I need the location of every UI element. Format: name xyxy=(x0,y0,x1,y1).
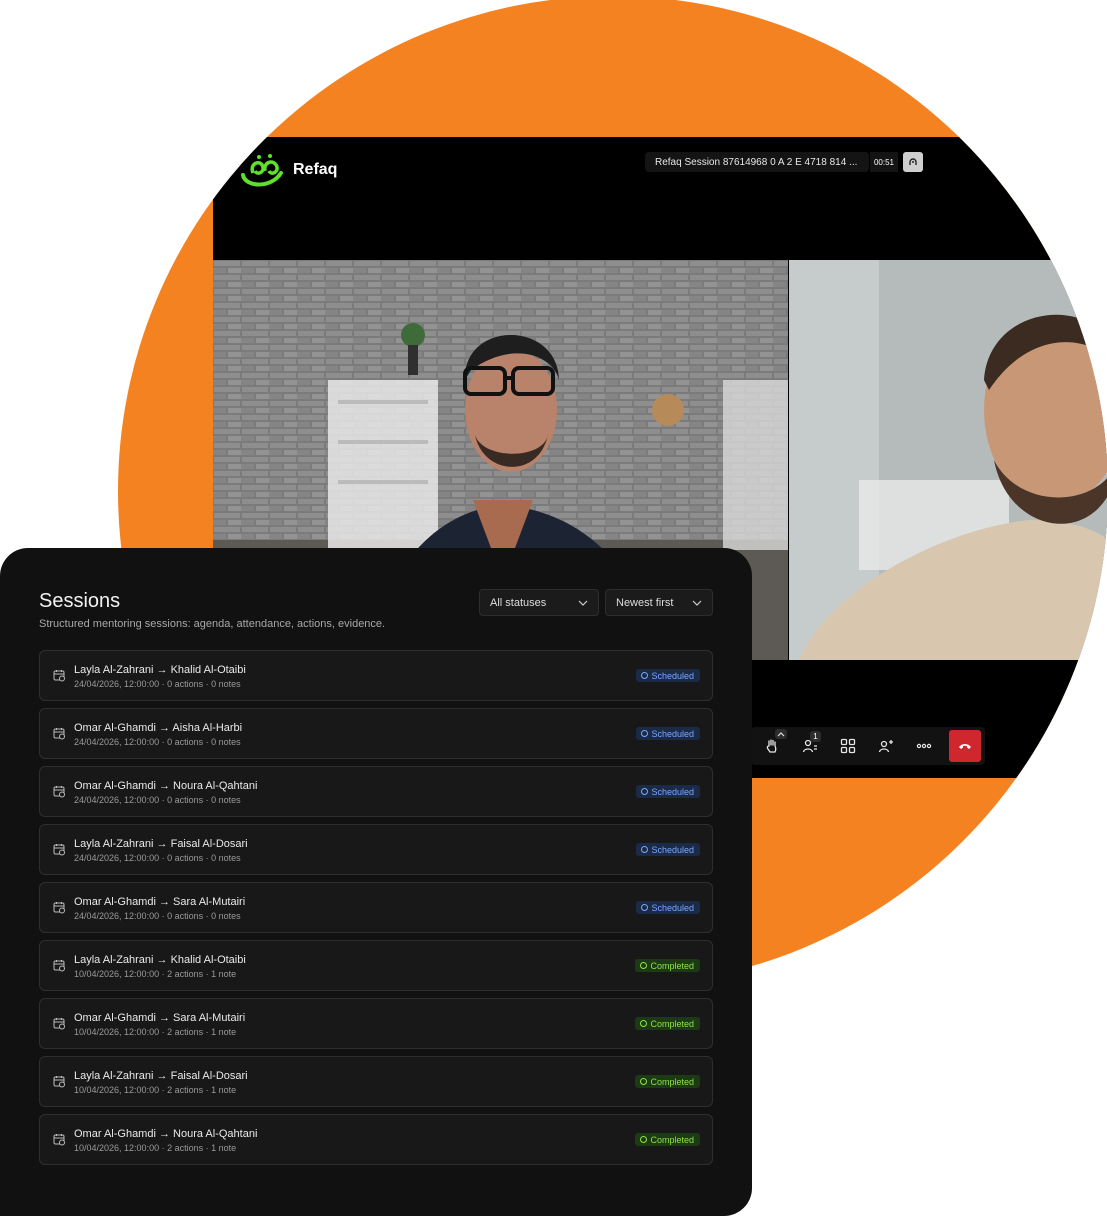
check-circle-icon xyxy=(640,1020,648,1027)
session-title: Layla Al-Zahrani → Faisal Al-Dosari xyxy=(74,838,248,850)
page-title: Sessions xyxy=(39,590,121,612)
participants-button[interactable]: 1 xyxy=(793,731,827,761)
calendar-clock-icon xyxy=(53,960,65,972)
session-meta: 10/04/2026, 12:00:00 · 2 actions · 1 not… xyxy=(74,1085,237,1095)
status-badge: Scheduled xyxy=(636,785,700,798)
status-badge: Scheduled xyxy=(636,669,700,682)
status-label: Scheduled xyxy=(651,728,694,739)
clock-icon xyxy=(641,730,649,737)
status-filter-value: All statuses xyxy=(490,596,547,609)
calendar-clock-icon xyxy=(53,670,65,682)
participants-count-badge: 1 xyxy=(810,731,821,742)
sort-value: Newest first xyxy=(616,596,674,609)
more-button[interactable] xyxy=(907,731,941,761)
session-row[interactable]: Layla Al-Zahrani → Faisal Al-Dosari 10/0… xyxy=(39,1056,713,1107)
session-title: Layla Al-Zahrani → Khalid Al-Otaibi xyxy=(74,664,246,676)
session-meta: 24/04/2026, 12:00:00 · 0 actions · 0 not… xyxy=(74,911,241,921)
session-row[interactable]: Layla Al-Zahrani → Faisal Al-Dosari 24/0… xyxy=(39,824,713,875)
check-circle-icon xyxy=(640,962,648,969)
status-badge: Completed xyxy=(635,1017,700,1030)
grid-view-button[interactable] xyxy=(831,731,865,761)
participant-video-2 xyxy=(789,260,1107,660)
recording-icon xyxy=(909,158,917,165)
status-badge: Completed xyxy=(635,959,700,972)
session-title: Layla Al-Zahrani → Khalid Al-Otaibi xyxy=(74,954,246,966)
session-meta: 24/04/2026, 12:00:00 · 0 actions · 0 not… xyxy=(74,737,241,747)
calendar-clock-icon xyxy=(53,728,65,740)
session-meta: 24/04/2026, 12:00:00 · 0 actions · 0 not… xyxy=(74,795,241,805)
session-row[interactable]: Layla Al-Zahrani → Khalid Al-Otaibi 24/0… xyxy=(39,650,713,701)
session-meta: 24/04/2026, 12:00:00 · 0 actions · 0 not… xyxy=(74,853,241,863)
session-title: Omar Al-Ghamdi → Aisha Al-Harbi xyxy=(74,722,243,734)
session-row[interactable]: Omar Al-Ghamdi → Noura Al-Qahtani 24/04/… xyxy=(39,766,713,817)
clock-icon xyxy=(641,788,649,795)
status-label: Completed xyxy=(650,1134,694,1145)
session-row[interactable]: Omar Al-Ghamdi → Aisha Al-Harbi 24/04/20… xyxy=(39,708,713,759)
session-title: Omar Al-Ghamdi → Noura Al-Qahtani xyxy=(74,780,258,792)
call-toolbar: 1 xyxy=(751,727,985,765)
status-badge: Completed xyxy=(635,1075,700,1088)
clock-icon xyxy=(641,672,649,679)
add-person-button[interactable] xyxy=(869,731,903,761)
session-title: Omar Al-Ghamdi → Sara Al-Mutairi xyxy=(74,896,246,908)
status-badge: Scheduled xyxy=(636,843,700,856)
session-row[interactable]: Omar Al-Ghamdi → Noura Al-Qahtani 10/04/… xyxy=(39,1114,713,1165)
session-title: Refaq Session 87614968 0 A 2 E 4718 814 … xyxy=(645,152,869,172)
chevron-down-icon xyxy=(578,600,588,606)
page-subtitle: Structured mentoring sessions: agenda, a… xyxy=(39,618,386,630)
session-meta: 10/04/2026, 12:00:00 · 2 actions · 1 not… xyxy=(74,1027,237,1037)
clock-icon xyxy=(641,846,649,853)
more-icon xyxy=(916,743,932,749)
sort-dropdown[interactable]: Newest first xyxy=(605,589,713,616)
session-meta: 10/04/2026, 12:00:00 · 2 actions · 1 not… xyxy=(74,969,237,979)
participant-2-image xyxy=(789,260,1107,660)
clock-icon xyxy=(641,904,649,911)
status-filter-dropdown[interactable]: All statuses xyxy=(479,589,599,616)
sessions-panel: Sessions Structured mentoring sessions: … xyxy=(0,548,752,1216)
check-circle-icon xyxy=(640,1078,648,1085)
session-row[interactable]: Omar Al-Ghamdi → Sara Al-Mutairi 10/04/2… xyxy=(39,998,713,1049)
call-timer: 00:51 xyxy=(870,152,898,172)
status-label: Completed xyxy=(650,1018,694,1029)
status-label: Scheduled xyxy=(651,902,694,913)
check-circle-icon xyxy=(640,1136,648,1143)
status-label: Scheduled xyxy=(651,786,694,797)
calendar-clock-icon xyxy=(53,786,65,798)
add-person-icon xyxy=(878,740,893,753)
recording-button[interactable] xyxy=(903,152,923,172)
session-meta: 24/04/2026, 12:00:00 · 0 actions · 0 not… xyxy=(74,679,241,689)
calendar-clock-icon xyxy=(53,1076,65,1088)
session-title: Omar Al-Ghamdi → Sara Al-Mutairi xyxy=(74,1012,246,1024)
raise-hand-button[interactable] xyxy=(755,729,789,761)
refaq-logo-icon xyxy=(241,154,283,187)
end-call-button[interactable] xyxy=(949,730,981,762)
raise-hand-icon xyxy=(766,739,777,753)
status-badge: Scheduled xyxy=(636,727,700,740)
grid-view-icon xyxy=(840,738,856,754)
calendar-clock-icon xyxy=(53,1134,65,1146)
end-call-icon xyxy=(959,744,971,749)
brand-name: Refaq xyxy=(293,161,338,178)
chevron-down-icon xyxy=(692,600,702,606)
status-label: Scheduled xyxy=(651,670,694,681)
session-row[interactable]: Layla Al-Zahrani → Khalid Al-Otaibi 10/0… xyxy=(39,940,713,991)
brand: Refaq xyxy=(237,153,337,187)
status-label: Completed xyxy=(650,960,694,971)
session-row[interactable]: Omar Al-Ghamdi → Sara Al-Mutairi 24/04/2… xyxy=(39,882,713,933)
status-badge: Completed xyxy=(635,1133,700,1146)
status-badge: Scheduled xyxy=(636,901,700,914)
status-label: Scheduled xyxy=(651,844,694,855)
chevron-up-icon[interactable] xyxy=(775,729,787,739)
session-meta: 10/04/2026, 12:00:00 · 2 actions · 1 not… xyxy=(74,1143,237,1153)
calendar-clock-icon xyxy=(53,902,65,914)
session-list: Layla Al-Zahrani → Khalid Al-Otaibi 24/0… xyxy=(39,650,713,1172)
status-label: Completed xyxy=(650,1076,694,1087)
calendar-clock-icon xyxy=(53,844,65,856)
calendar-clock-icon xyxy=(53,1018,65,1030)
session-title: Layla Al-Zahrani → Faisal Al-Dosari xyxy=(74,1070,248,1082)
session-title: Omar Al-Ghamdi → Noura Al-Qahtani xyxy=(74,1128,258,1140)
